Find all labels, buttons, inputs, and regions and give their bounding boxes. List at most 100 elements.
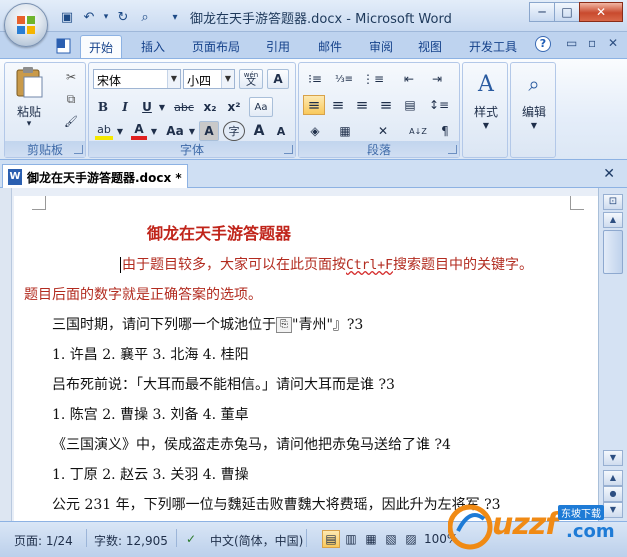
styles-button[interactable]: A bbox=[469, 69, 503, 99]
shading-button[interactable]: ◈ bbox=[303, 121, 327, 141]
tab-review[interactable]: 审阅 bbox=[361, 35, 401, 58]
save-icon[interactable]: ▣ bbox=[58, 8, 76, 26]
phonetic-guide-button[interactable]: wén 文 bbox=[239, 69, 263, 89]
editing-dropdown-icon[interactable]: ▼ bbox=[511, 121, 557, 130]
undo-dropdown-icon[interactable]: ▾ bbox=[102, 8, 110, 26]
word-count[interactable]: 字数: 12,905 bbox=[94, 532, 168, 549]
tab-page-layout[interactable]: 页面布局 bbox=[184, 35, 248, 58]
minimize-button[interactable]: ─ bbox=[529, 2, 555, 22]
change-case-button[interactable]: Aa bbox=[163, 121, 187, 141]
draft-view-icon[interactable]: ▨ bbox=[402, 530, 420, 548]
tab-mailings[interactable]: 邮件 bbox=[310, 35, 350, 58]
font-launcher-icon[interactable] bbox=[284, 145, 293, 154]
font-size-combo[interactable]: 小四 ▼ bbox=[183, 69, 235, 89]
strikethrough-button[interactable]: abc bbox=[171, 97, 197, 117]
paragraph-launcher-icon[interactable] bbox=[448, 145, 457, 154]
enclose-characters-button[interactable]: 字 bbox=[223, 121, 245, 141]
document-page[interactable]: 御龙在天手游答题器 由于题目较多，大家可以在此页面按Ctrl+F搜索题目中的关键… bbox=[14, 196, 598, 521]
font-color-dropdown-icon[interactable]: ▼ bbox=[149, 121, 159, 141]
cut-icon[interactable]: ✂ bbox=[61, 67, 81, 87]
styles-dropdown-icon[interactable]: ▼ bbox=[463, 121, 509, 130]
document-tab[interactable]: W 御龙在天手游答题器.docx * bbox=[2, 164, 188, 188]
increase-indent-button[interactable]: ⇥ bbox=[425, 69, 449, 89]
change-case-dropdown-icon[interactable]: ▼ bbox=[187, 121, 197, 141]
editing-label[interactable]: 编辑 bbox=[511, 103, 557, 120]
previous-page-icon[interactable]: ▲ bbox=[603, 470, 623, 486]
scroll-down-icon[interactable]: ▼ bbox=[603, 450, 623, 466]
shrink-font-button[interactable]: A bbox=[271, 121, 291, 141]
scroll-thumb[interactable] bbox=[603, 230, 623, 274]
help-icon[interactable]: ? bbox=[535, 36, 551, 52]
tab-home[interactable]: 开始 bbox=[80, 35, 123, 58]
character-border-button[interactable]: A bbox=[267, 69, 289, 89]
outline-view-icon[interactable]: ▧ bbox=[382, 530, 400, 548]
format-painter-icon[interactable]: 🖌 bbox=[61, 111, 81, 131]
align-right-button[interactable]: ≡ bbox=[351, 95, 373, 115]
multilevel-list-button[interactable]: ⋮≡ bbox=[361, 69, 385, 89]
web-layout-view-icon[interactable]: ▦ bbox=[362, 530, 380, 548]
tab-developer[interactable]: 开发工具 bbox=[461, 35, 525, 58]
copy-icon[interactable]: ⧉ bbox=[61, 89, 81, 109]
distributed-button[interactable]: ▤ bbox=[399, 95, 421, 115]
font-size-dropdown-icon[interactable]: ▼ bbox=[221, 70, 234, 88]
editing-button[interactable]: ⌕ bbox=[517, 69, 551, 99]
font-name-combo[interactable]: 宋体 ▼ bbox=[93, 69, 181, 89]
grow-font-button[interactable]: A bbox=[249, 121, 269, 141]
italic-button[interactable]: I bbox=[115, 97, 135, 117]
maximize-button[interactable]: □ bbox=[554, 2, 580, 22]
binoculars-icon: ⌕ bbox=[528, 72, 540, 96]
clipboard-group-label: 剪贴板 bbox=[5, 141, 85, 157]
office-button[interactable] bbox=[4, 3, 48, 47]
highlight-dropdown-icon[interactable]: ▼ bbox=[115, 121, 125, 141]
subscript-button[interactable]: x₂ bbox=[199, 97, 221, 117]
tab-insert[interactable]: 插入 bbox=[133, 35, 173, 58]
redo-icon[interactable]: ↻ bbox=[114, 8, 132, 26]
justify-button[interactable]: ≡ bbox=[375, 95, 397, 115]
page-count[interactable]: 页面: 1/24 bbox=[14, 532, 73, 549]
ribbon-close-icon[interactable]: ✕ bbox=[608, 36, 618, 50]
superscript-button[interactable]: x² bbox=[223, 97, 245, 117]
scroll-up-icon[interactable]: ▲ bbox=[603, 212, 623, 228]
paste-options-icon[interactable]: ⎘ bbox=[276, 317, 292, 333]
undo-icon[interactable]: ↶ bbox=[80, 8, 98, 26]
font-color-button[interactable]: A bbox=[129, 121, 149, 141]
paste-label[interactable]: 粘贴 bbox=[11, 103, 47, 120]
character-shading-button[interactable]: A bbox=[199, 121, 219, 141]
bold-button[interactable]: B bbox=[93, 97, 113, 117]
styles-icon: A bbox=[478, 71, 494, 97]
language-indicator[interactable]: 中文(简体，中国) bbox=[210, 532, 303, 549]
clipboard-launcher-icon[interactable] bbox=[74, 145, 83, 154]
ribbon-restore-icon[interactable]: ▫ bbox=[588, 36, 596, 50]
full-screen-view-icon[interactable]: ▥ bbox=[342, 530, 360, 548]
close-button[interactable]: ✕ bbox=[579, 2, 623, 22]
print-preview-icon[interactable]: ⌕ bbox=[136, 8, 154, 26]
clear-formatting-button[interactable]: Aa bbox=[249, 97, 273, 117]
bullets-button[interactable]: ⁝≡ bbox=[303, 69, 327, 89]
align-left-button[interactable]: ≡ bbox=[303, 95, 325, 115]
underline-dropdown-icon[interactable]: ▼ bbox=[157, 97, 167, 117]
show-marks-button[interactable]: ¶ bbox=[435, 121, 455, 141]
paste-dropdown-icon[interactable]: ▾ bbox=[11, 119, 47, 129]
asian-layout-button[interactable]: ✕ bbox=[369, 121, 397, 141]
borders-button[interactable]: ▦ bbox=[333, 121, 357, 141]
proofing-icon[interactable]: ✓ bbox=[186, 532, 196, 546]
sort-button[interactable]: A↓Z bbox=[405, 121, 431, 141]
paste-button[interactable] bbox=[11, 65, 47, 99]
tab-view[interactable]: 视图 bbox=[410, 35, 450, 58]
styles-label[interactable]: 样式 bbox=[463, 103, 509, 120]
ruler-toggle-icon[interactable]: ⊡ bbox=[603, 194, 623, 210]
customize-qat-icon[interactable]: ▾ bbox=[166, 8, 184, 26]
numbering-button[interactable]: ⅓≡ bbox=[331, 69, 357, 89]
underline-button[interactable]: U bbox=[137, 97, 157, 117]
vertical-scrollbar[interactable]: ⊡ ▲ ▼ ▲ ● ▼ bbox=[598, 188, 627, 521]
ribbon-minimize-icon[interactable]: ▭ bbox=[566, 36, 577, 50]
font-name-dropdown-icon[interactable]: ▼ bbox=[167, 70, 180, 88]
align-center-button[interactable]: ≡ bbox=[327, 95, 349, 115]
decrease-indent-button[interactable]: ⇤ bbox=[397, 69, 421, 89]
document-close-icon[interactable]: ✕ bbox=[603, 166, 615, 182]
quick-access-toolbar: ▣ ↶ ▾ ↻ ⌕ ▾ bbox=[58, 7, 184, 27]
line-spacing-button[interactable]: ↕≡ bbox=[425, 95, 453, 115]
print-layout-view-icon[interactable]: ▤ bbox=[322, 530, 340, 548]
tab-references[interactable]: 引用 bbox=[258, 35, 298, 58]
highlight-button[interactable]: ab bbox=[93, 121, 115, 141]
